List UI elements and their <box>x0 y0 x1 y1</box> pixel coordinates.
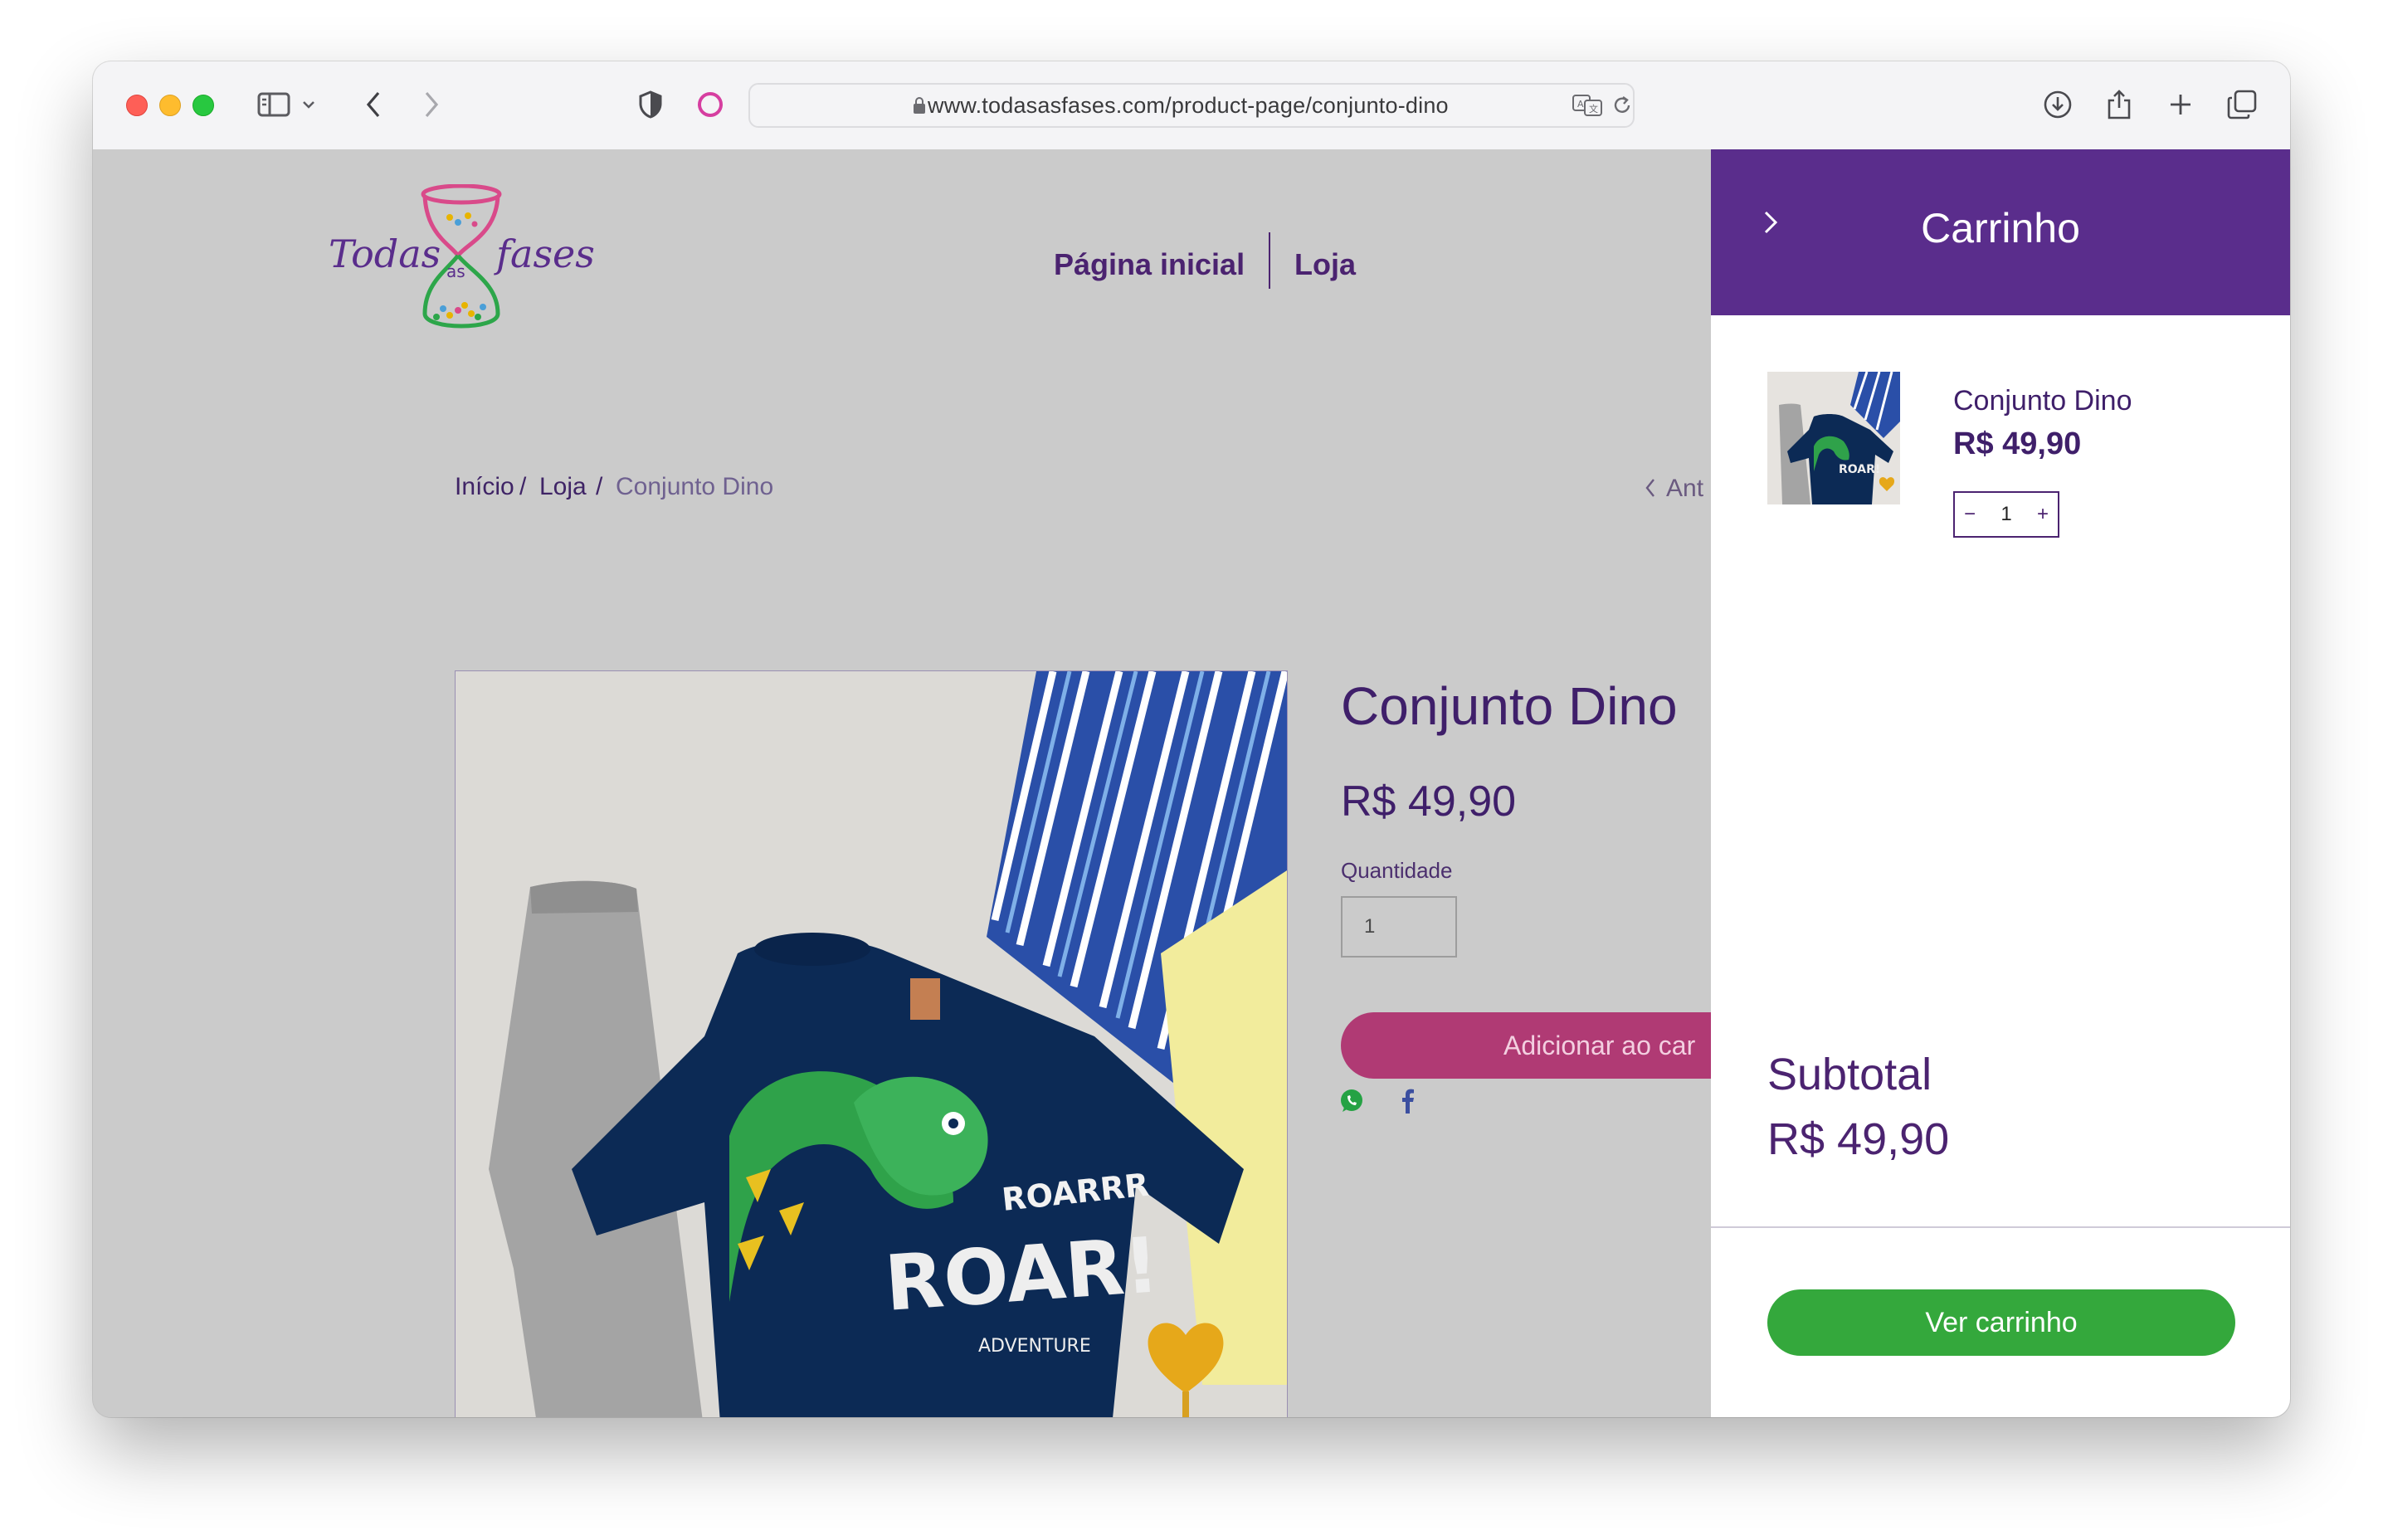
minimize-window-button[interactable] <box>159 95 181 116</box>
previous-label: Ant <box>1666 475 1704 502</box>
sidebar-icon[interactable] <box>256 85 292 124</box>
browser-window: www.todasasfases.com/product-page/conjun… <box>93 61 2290 1417</box>
address-bar[interactable]: www.todasasfases.com/product-page/conjun… <box>748 83 1635 128</box>
product-title: Conjunto Dino <box>1341 676 1678 736</box>
tabs-icon[interactable] <box>2225 85 2259 124</box>
product-image[interactable]: ROARRR ROAR! ADVENTURE <box>455 670 1288 1417</box>
chevron-down-icon[interactable] <box>299 85 319 124</box>
url-text[interactable]: www.todasasfases.com/product-page/conjun… <box>928 85 1449 126</box>
svg-text:ROAR!: ROAR! <box>1839 463 1880 476</box>
decrease-quantity-button[interactable]: − <box>1955 503 1985 526</box>
whatsapp-icon[interactable] <box>1338 1087 1367 1117</box>
forward-icon[interactable] <box>415 85 448 124</box>
chevron-left-icon <box>1645 479 1654 497</box>
increase-quantity-button[interactable]: + <box>2028 503 2058 526</box>
breadcrumb-current: Conjunto Dino <box>616 473 774 500</box>
product-price: R$ 49,90 <box>1341 777 1517 826</box>
svg-text:Todas: Todas <box>329 231 441 276</box>
cart-item-quantity[interactable]: 1 <box>1985 503 2028 526</box>
cart-drawer: Carrinho ROAR! Conjunto Dino R$ 49,90 − … <box>1711 149 2290 1417</box>
download-icon[interactable] <box>2041 85 2074 124</box>
extension-icon[interactable] <box>694 85 727 124</box>
add-to-cart-label: Adicionar ao car <box>1503 1031 1696 1060</box>
close-window-button[interactable] <box>126 95 148 116</box>
zoom-window-button[interactable] <box>192 95 214 116</box>
add-to-cart-button[interactable]: Adicionar ao car <box>1341 1012 1772 1079</box>
view-cart-button[interactable]: Ver carrinho <box>1767 1289 2235 1356</box>
subtotal-value: R$ 49,90 <box>1767 1114 1950 1164</box>
svg-text:文: 文 <box>1589 103 1598 115</box>
quantity-input[interactable]: 1 <box>1341 896 1457 958</box>
shield-icon[interactable] <box>634 85 667 124</box>
svg-text:as: as <box>446 261 465 281</box>
previous-product-link[interactable]: Ant <box>1645 475 1703 503</box>
browser-toolbar: www.todasasfases.com/product-page/conjun… <box>93 61 2290 150</box>
subtotal-label: Subtotal <box>1767 1050 1932 1099</box>
nav-shop-link[interactable]: Loja <box>1294 247 1356 282</box>
svg-text:A: A <box>1577 99 1584 110</box>
quantity-stepper[interactable]: − 1 + <box>1953 491 2059 538</box>
cart-divider <box>1711 1226 2290 1228</box>
cart-header: Carrinho <box>1711 149 2290 315</box>
quantity-label: Quantidade <box>1341 858 1453 883</box>
cart-item-price: R$ 49,90 <box>1953 426 2082 461</box>
shirt-text-adventure: ADVENTURE <box>978 1336 1091 1357</box>
breadcrumb-separator: / <box>519 473 527 500</box>
site-logo[interactable]: Todas as fases <box>325 183 616 334</box>
share-icon[interactable] <box>2103 85 2136 124</box>
lock-icon <box>913 96 926 119</box>
new-tab-icon[interactable] <box>2164 85 2197 124</box>
cart-item-name[interactable]: Conjunto Dino <box>1953 385 2132 417</box>
cart-title: Carrinho <box>1921 205 2080 251</box>
breadcrumb-shop[interactable]: Loja <box>539 473 587 501</box>
nav-home-link[interactable]: Página inicial <box>1054 247 1245 282</box>
translate-icon[interactable]: A文 <box>1572 93 1605 122</box>
breadcrumb-home[interactable]: Início <box>455 473 514 501</box>
cart-item-thumbnail[interactable]: ROAR! <box>1767 372 1900 504</box>
reload-icon[interactable] <box>1611 95 1633 120</box>
svg-text:fases: fases <box>494 231 595 276</box>
breadcrumb-separator: / <box>596 473 603 500</box>
facebook-icon[interactable] <box>1394 1087 1424 1117</box>
nav-divider <box>1269 232 1270 289</box>
back-icon[interactable] <box>357 85 390 124</box>
